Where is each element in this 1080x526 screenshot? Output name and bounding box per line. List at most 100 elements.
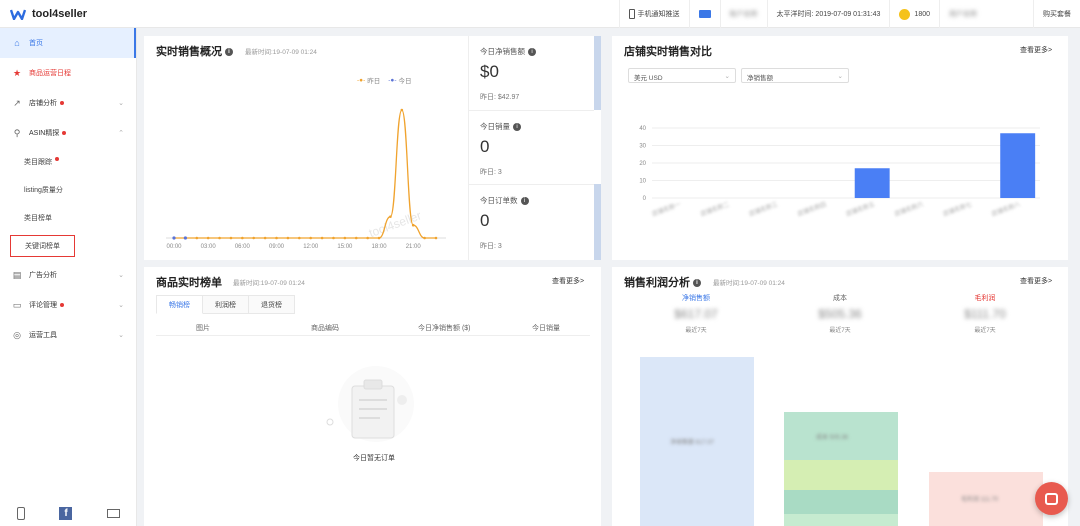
tab-bestseller[interactable]: 畅销榜 [156,295,203,314]
currency-select[interactable]: 美元 USD ⌄ [628,68,736,83]
sales-line-chart: tool4seller 00:00 03:00 06:00 09:00 12:00 15:… [166,108,446,250]
profit-label: 净销售额 [682,295,710,302]
y-tick-label: 0 [643,196,647,202]
coin-balance[interactable]: 1800 [889,0,939,28]
chat-icon [1045,492,1058,505]
info-icon[interactable]: i [528,48,536,57]
metric-select[interactable]: 净销售额 ⌄ [741,68,849,83]
store-bar [1000,133,1036,198]
data-point-yesterday [389,215,392,218]
mail-icon [698,10,711,18]
mobile-notify-button[interactable]: 手机通知推送 [618,0,689,28]
info-icon[interactable]: i [513,123,521,132]
sidebar-item-store-analysis[interactable]: ↗ 店铺分析 ⌄ [0,88,136,118]
store-compare-more-link[interactable]: 查看更多> [1020,45,1052,55]
data-point-yesterday [434,236,438,240]
buy-plan-button[interactable]: 购买套餐 [1033,0,1080,28]
product-rank-more-link[interactable]: 查看更多> [552,276,584,286]
column-header: 今日净销售额 ($) [418,325,471,332]
chevron-down-icon: ⌄ [118,332,124,339]
profit-bar-net-sales: 净销售额 617.07 [640,357,754,526]
tab-profit[interactable]: 利润榜 [203,295,249,314]
profit-more-link[interactable]: 查看更多> [1020,276,1052,286]
data-point-yesterday [263,236,267,240]
tab-returns[interactable]: 退货榜 [249,295,295,314]
tools-icon: ◎ [13,329,21,340]
x-tick-label: 09:00 [269,244,285,250]
new-dot [60,101,64,105]
stat-yesterday: 昨日: 3 [480,243,502,250]
x-tick-label: 15:00 [337,244,353,250]
data-point-today [172,236,176,240]
email-icon[interactable] [106,508,120,518]
sidebar-item-label: 首页 [29,40,43,47]
top-header: tool4seller 手机通知推送 账户名称 太平洋时间: 2019-07-0… [0,0,1080,28]
chevron-up-icon: ⌃ [118,130,124,137]
data-point-yesterday [343,236,347,240]
data-point-yesterday [286,236,290,240]
sidebar-sub-listing-score[interactable]: listing质量分 [0,176,136,204]
sidebar-item-asin[interactable]: ⚲ ASIN精探 ⌃ [0,118,136,148]
sidebar-item-tools[interactable]: ◎ 运营工具 ⌄ [0,320,136,350]
sidebar-item-reviews[interactable]: ▭ 评论管理 ⌄ [0,290,136,320]
x-tick-label: 店铺名称四 [796,200,827,218]
currency-select-value: 美元 USD [634,75,663,82]
profit-bar-gross: 毛利润 111.70 [929,472,1043,526]
profit-value: $111.70 [964,307,1006,321]
x-tick-label: 店铺名称三 [748,200,779,218]
data-point-yesterday [241,236,244,240]
sales-overview-title: 实时销售概况 i [156,43,233,59]
stats-scroll-next[interactable] [594,36,601,110]
data-point-yesterday [218,236,221,240]
data-point-yesterday [206,236,210,240]
coin-icon [899,8,911,20]
sidebar-item-label: 广告分析 [29,272,57,279]
x-tick-label: 12:00 [303,244,319,250]
info-icon[interactable]: i [693,279,701,288]
ad-icon: ▤ [12,269,22,280]
data-point-yesterday [423,236,426,240]
profit-note: 最近7天 [685,328,707,334]
comment-icon: ▭ [12,299,22,310]
mail-button[interactable] [688,0,720,28]
x-tick-label: 店铺名称七 [942,200,973,218]
data-point-yesterday [377,236,381,240]
x-tick-label: 03:00 [201,244,217,250]
sidebar-item-label: 评论管理 [29,302,57,309]
y-tick-label: 40 [639,126,646,132]
account-selector[interactable]: 账户名称 [719,0,767,28]
panel-title-text: 销售利润分析 [624,277,690,289]
stat-label: 今日订单数 i [480,195,529,206]
stat-yesterday: 昨日: $42.97 [480,94,520,101]
column-header: 图片 [196,325,210,332]
logo[interactable]: tool4seller [0,8,137,20]
chevron-down-icon: ⌄ [724,73,730,80]
buy-plan-label: 购买套餐 [1043,11,1071,18]
user-menu[interactable]: 用户名称 [939,0,1033,28]
sidebar-item-schedule[interactable]: ★ 商品运营日程 [0,58,136,88]
info-icon[interactable]: i [225,48,233,57]
profit-bar-cost: 成本 505.36 [784,412,898,526]
profit-label: 毛利润 [974,295,996,302]
chat-support-button[interactable] [1035,482,1068,515]
info-icon[interactable]: i [520,197,529,206]
metric-select-value: 净销售额 [747,75,773,82]
sidebar-item-label: ASIN精探 [29,130,60,137]
sub-item-label: 类目榜单 [24,215,52,222]
sidebar-sub-category-track[interactable]: 类目跟踪 [0,148,136,176]
sidebar-sub-keyword-rank[interactable]: 关键词榜单 [0,232,136,260]
sidebar-item-ads[interactable]: ▤ 广告分析 ⌄ [0,260,136,290]
sidebar-item-home[interactable]: ⌂ 首页 [0,28,136,58]
product-rank-tabs: 畅销榜 利润榜 退货榜 [156,295,295,314]
new-dot [62,131,67,135]
mobile-app-icon[interactable] [17,506,26,520]
x-tick-label: 店铺名称五 [845,200,876,218]
stats-scroll-next[interactable] [594,184,601,260]
facebook-icon[interactable]: f [59,506,73,520]
sidebar-sub-category-rank[interactable]: 类目榜单 [0,204,136,232]
stat-net-sales: 今日净销售额 i $0 昨日: $42.97 [468,36,594,110]
bar-label: 净销售额 617.07 [670,440,715,446]
pacific-time: 太平洋时间: 2019-07-09 01:31:43 [766,0,890,28]
profit-note: 最近7天 [829,328,851,334]
data-point-yesterday [354,236,358,240]
